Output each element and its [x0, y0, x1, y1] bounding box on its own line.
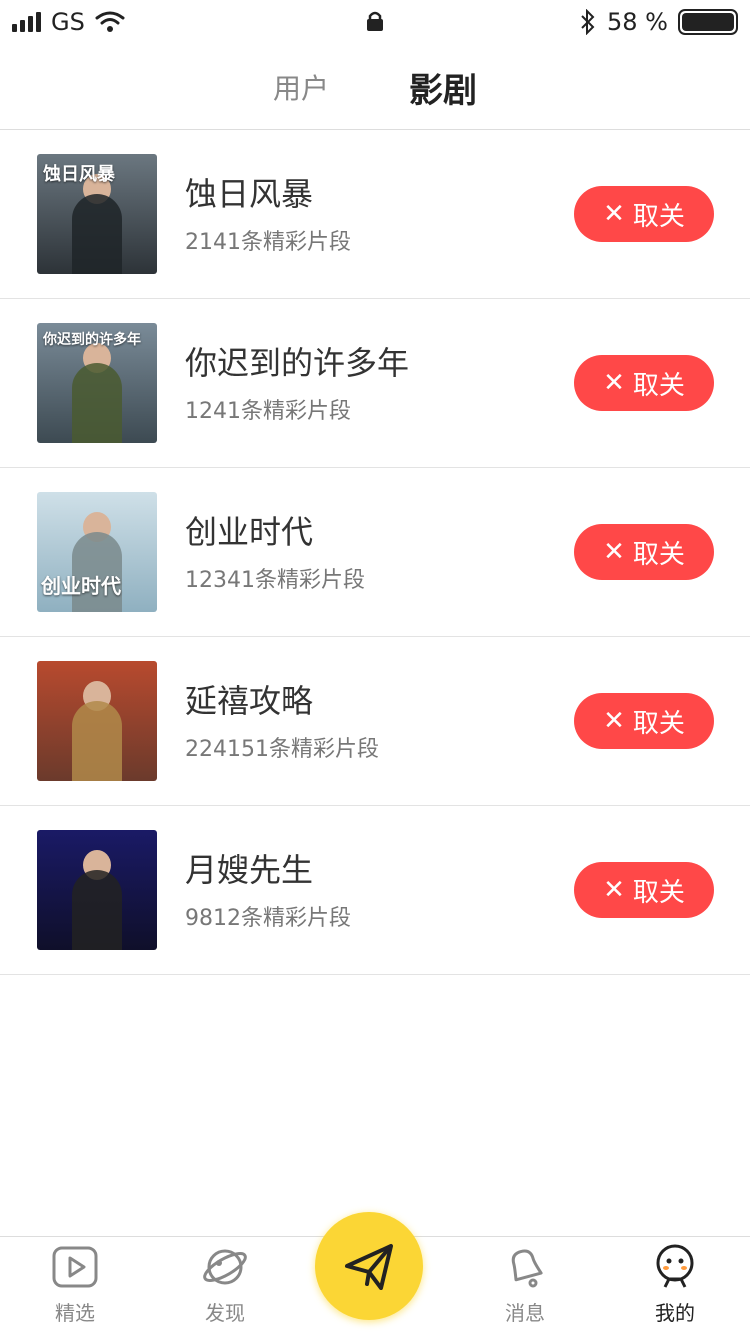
show-poster[interactable] — [37, 661, 157, 781]
close-icon: ✕ — [603, 537, 625, 567]
lock-icon — [367, 11, 383, 31]
nav-me[interactable]: 我的 — [615, 1241, 735, 1326]
nav-featured[interactable]: 精选 — [15, 1241, 135, 1326]
tab-dramas-label: 影剧 — [409, 70, 477, 111]
top-tabs: 用户 影剧 — [0, 62, 750, 112]
tab-dramas[interactable]: 影剧 — [409, 63, 477, 112]
poster-text: 蚀日风暴 — [43, 164, 115, 185]
nav-discover-label: 发现 — [205, 1301, 245, 1325]
list-item[interactable]: 月嫂先生 9812条精彩片段 ✕ 取关 — [0, 806, 750, 975]
list-item[interactable]: 你迟到的许多年 你迟到的许多年 1241条精彩片段 ✕ 取关 — [0, 299, 750, 468]
signal-icon — [12, 12, 41, 32]
status-right: 58 % — [579, 8, 738, 36]
show-info: 月嫂先生 9812条精彩片段 — [185, 848, 351, 932]
poster-text: 你迟到的许多年 — [43, 332, 141, 348]
show-poster[interactable]: 你迟到的许多年 — [37, 323, 157, 443]
show-title: 蚀日风暴 — [185, 175, 314, 213]
show-info: 你迟到的许多年 1241条精彩片段 — [185, 341, 409, 425]
show-title: 创业时代 — [185, 513, 314, 551]
publish-button[interactable] — [315, 1212, 423, 1320]
clip-count: 1241条精彩片段 — [185, 399, 351, 424]
nav-messages-label: 消息 — [505, 1301, 545, 1325]
unfollow-label: 取关 — [632, 708, 685, 739]
unfollow-button[interactable]: ✕ 取关 — [574, 355, 714, 411]
show-info: 蚀日风暴 2141条精彩片段 — [185, 172, 351, 256]
close-icon: ✕ — [603, 199, 625, 229]
tab-users-label: 用户 — [272, 72, 329, 105]
clip-count: 224151条精彩片段 — [185, 737, 379, 762]
unfollow-button[interactable]: ✕ 取关 — [574, 862, 714, 918]
show-title: 你迟到的许多年 — [185, 344, 410, 382]
close-icon: ✕ — [603, 368, 625, 398]
bell-icon — [499, 1241, 551, 1293]
unfollow-button[interactable]: ✕ 取关 — [574, 693, 714, 749]
clip-count: 9812条精彩片段 — [185, 906, 351, 931]
unfollow-label: 取关 — [632, 877, 685, 908]
show-info: 延禧攻略 224151条精彩片段 — [185, 679, 379, 763]
show-poster[interactable]: 创业时代 — [37, 492, 157, 612]
show-poster[interactable]: 蚀日风暴 — [37, 154, 157, 274]
status-bar: GS 58 % — [0, 0, 750, 44]
unfollow-label: 取关 — [632, 539, 685, 570]
battery-icon — [678, 9, 738, 35]
show-info: 创业时代 12341条精彩片段 — [185, 510, 365, 594]
list-item[interactable]: 创业时代 创业时代 12341条精彩片段 ✕ 取关 — [0, 468, 750, 637]
unfollow-button[interactable]: ✕ 取关 — [574, 524, 714, 580]
nav-me-label: 我的 — [655, 1301, 695, 1325]
unfollow-button[interactable]: ✕ 取关 — [574, 186, 714, 242]
list-item[interactable]: 蚀日风暴 蚀日风暴 2141条精彩片段 ✕ 取关 — [0, 130, 750, 299]
status-left: GS — [12, 8, 125, 36]
close-icon: ✕ — [603, 875, 625, 905]
nav-discover[interactable]: 发现 — [165, 1241, 285, 1326]
list-item[interactable]: 延禧攻略 224151条精彩片段 ✕ 取关 — [0, 637, 750, 806]
show-poster[interactable] — [37, 830, 157, 950]
followed-shows-list: 蚀日风暴 蚀日风暴 2141条精彩片段 ✕ 取关 你迟到的许多年 你迟到的许多年… — [0, 130, 750, 975]
profile-face-icon — [649, 1241, 701, 1293]
carrier-label: GS — [51, 8, 85, 36]
bluetooth-icon — [581, 9, 595, 35]
planet-icon — [199, 1241, 251, 1293]
show-title: 月嫂先生 — [185, 851, 314, 889]
nav-featured-label: 精选 — [55, 1301, 95, 1325]
wifi-icon — [95, 11, 125, 32]
tab-users[interactable]: 用户 — [273, 67, 329, 107]
battery-percent: 58 % — [607, 8, 668, 36]
poster-text: 创业时代 — [41, 574, 121, 598]
unfollow-label: 取关 — [632, 370, 685, 401]
send-icon — [345, 1244, 393, 1290]
show-title: 延禧攻略 — [185, 682, 314, 720]
unfollow-label: 取关 — [632, 201, 685, 232]
close-icon: ✕ — [603, 706, 625, 736]
nav-messages[interactable]: 消息 — [465, 1241, 585, 1326]
clip-count: 2141条精彩片段 — [185, 230, 351, 255]
play-icon — [49, 1241, 101, 1293]
clip-count: 12341条精彩片段 — [185, 568, 365, 593]
